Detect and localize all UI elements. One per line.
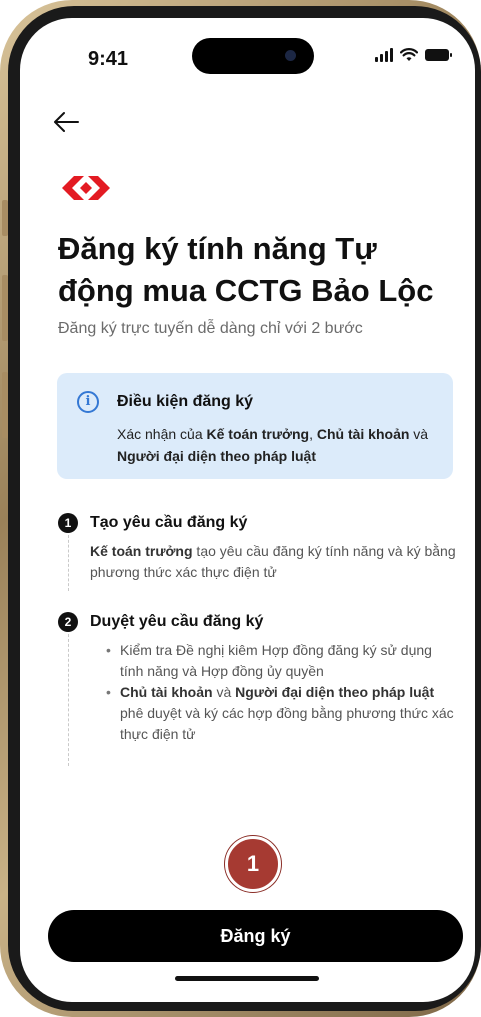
step-2-title: Duyệt yêu cầu đăng ký — [90, 613, 264, 630]
brand-logo — [62, 176, 110, 200]
role-chief-accountant: Kế toán trưởng — [206, 426, 310, 442]
signal-icon — [375, 48, 393, 62]
role-account-owner: Chủ tài khoản — [316, 426, 410, 442]
info-icon: i — [77, 391, 99, 413]
status-icons — [375, 48, 452, 62]
step-2-bullets: Kiểm tra Đề nghị kiêm Hợp đồng đăng ký s… — [106, 640, 456, 745]
step-1-number: 1 — [58, 513, 78, 533]
register-button[interactable]: Đăng ký — [48, 910, 463, 962]
list-item: Kiểm tra Đề nghị kiêm Hợp đồng đăng ký s… — [106, 640, 456, 682]
page-title: Đăng ký tính năng Tự động mua CCTG Bảo L… — [58, 231, 434, 308]
page-subtitle: Đăng ký trực tuyến dễ dàng chỉ với 2 bướ… — [58, 320, 363, 337]
step-1-connector — [68, 535, 69, 591]
eligibility-info-box: i Điều kiện đăng ký Xác nhận của Kế toán… — [57, 373, 453, 479]
home-indicator[interactable] — [175, 976, 319, 981]
battery-icon — [425, 49, 452, 61]
status-bar: 9:41 — [20, 18, 475, 98]
step-2-connector — [68, 634, 69, 766]
annotation-marker: 1 — [225, 836, 281, 892]
phone-screen: 9:41 Đăng ký tính năng Tự động mua CCTG … — [20, 18, 475, 1002]
step-1-title: Tạo yêu cầu đăng ký — [90, 514, 248, 531]
role-legal-representative: Người đại diện theo pháp luật — [117, 448, 316, 464]
info-title: Điều kiện đăng ký — [117, 393, 254, 410]
camera-icon — [285, 50, 296, 61]
arrow-left-icon[interactable] — [48, 108, 84, 136]
info-text: Xác nhận của Kế toán trưởng, Chủ tài kho… — [117, 426, 429, 464]
step-2-number: 2 — [58, 612, 78, 632]
wifi-icon — [400, 48, 418, 61]
step-1-description: Kế toán trưởng tạo yêu cầu đăng ký tính … — [90, 543, 456, 580]
status-time: 9:41 — [88, 48, 129, 70]
list-item: Chủ tài khoản và Người đại diện theo phá… — [106, 682, 456, 745]
dynamic-island — [192, 38, 314, 74]
